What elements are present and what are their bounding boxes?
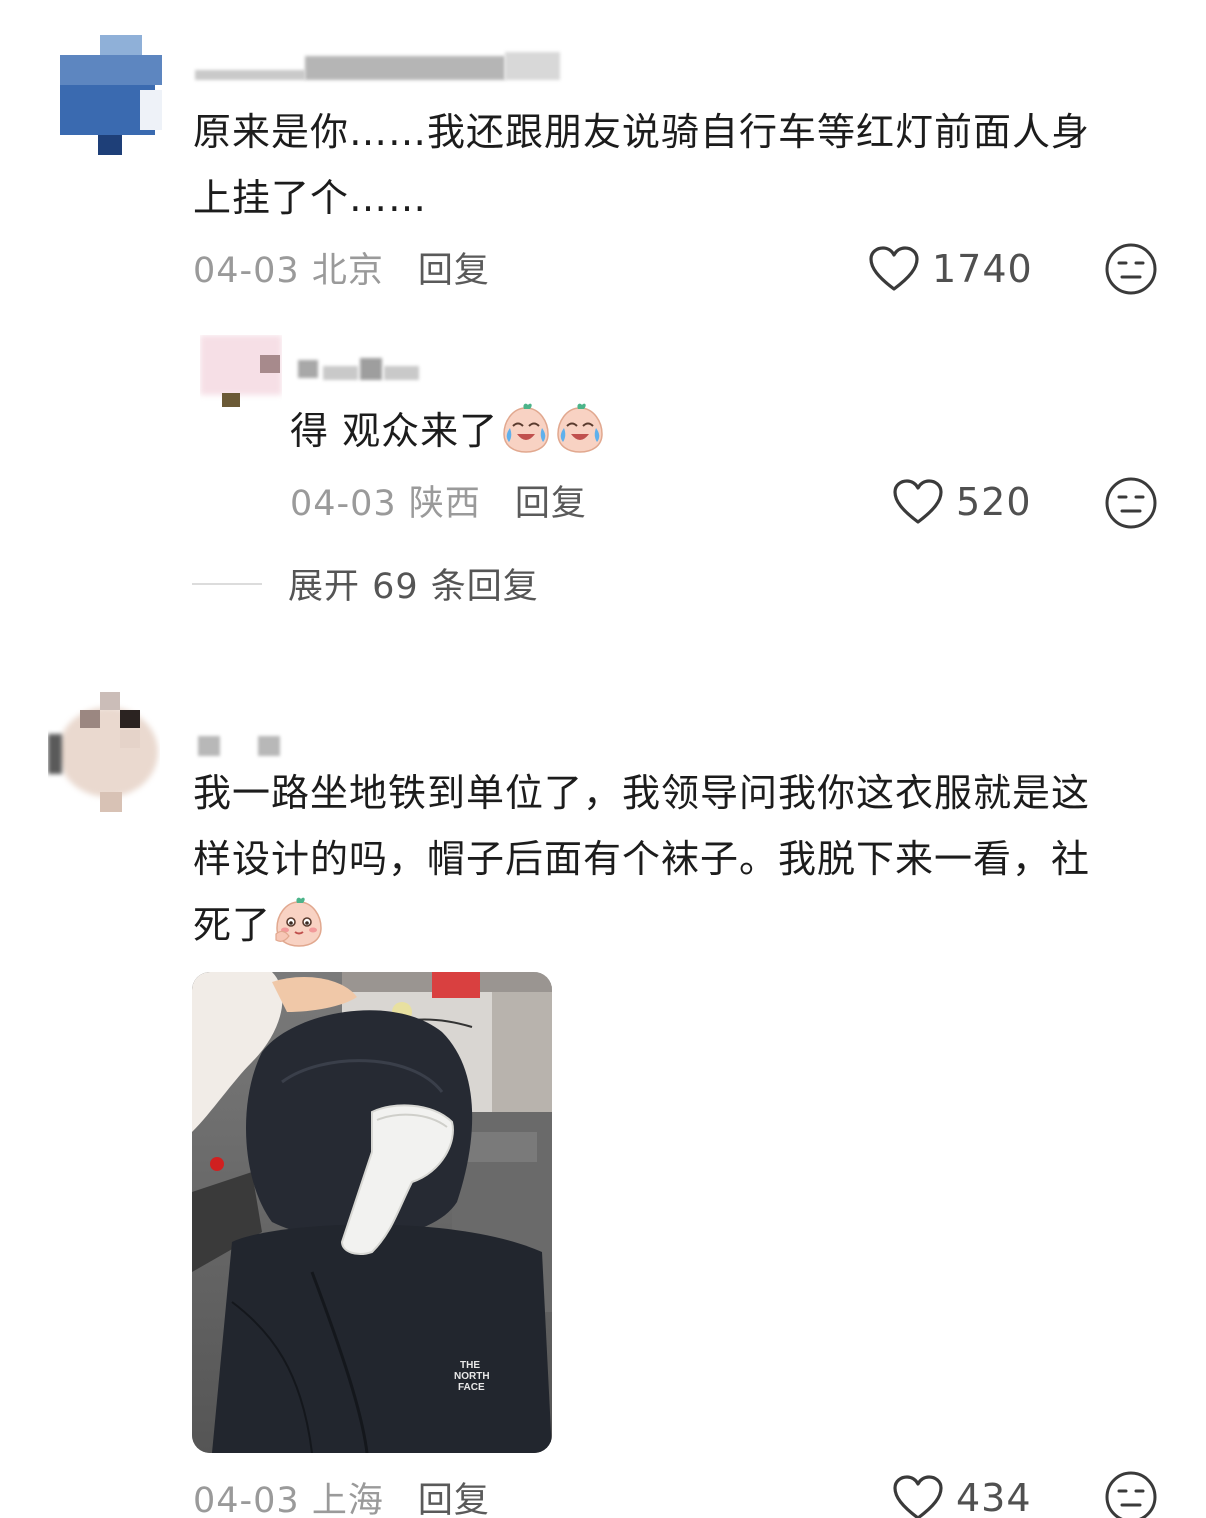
divider [192,582,262,585]
like-count: 434 [956,1476,1032,1518]
comment-text: 原来是你……我还跟朋友说骑自行车等红灯前面人身 上挂了个…… [193,110,1091,220]
username-blurred[interactable] [198,732,288,762]
crying-laughing-emoji [503,403,549,453]
expand-replies-label: 展开 69 条回复 [288,567,539,607]
comment-meta: 04-03 上海 回复 [193,1472,490,1518]
logo-the: THE [460,1360,480,1371]
timestamp-location: 04-03 上海 [193,1480,384,1518]
like-button[interactable]: 520 [892,474,1032,530]
reply-button[interactable]: 回复 [515,475,587,526]
heart-outline-icon [893,479,943,524]
heart-outline-icon [869,246,919,291]
reply-meta: 04-03 陕西 回复 [290,475,587,525]
reply-text: 得 观众来了 [290,398,890,464]
comment-photo[interactable]: THE NORTH FACE [192,972,552,1453]
logo-face: FACE [458,1382,485,1393]
like-button[interactable]: 434 [892,1470,1032,1518]
username-blurred[interactable] [298,354,423,384]
comment-meta: 04-03 北京 回复 [193,242,490,292]
heart-outline-icon [893,1475,943,1518]
avatar[interactable] [200,335,282,410]
meh-face-icon[interactable] [1104,476,1158,530]
like-count: 1740 [932,247,1033,291]
like-button[interactable]: 1740 [868,241,1033,297]
reply-button[interactable]: 回复 [418,242,490,293]
avatar[interactable] [48,692,160,814]
meh-face-icon[interactable] [1104,242,1158,296]
avatar[interactable] [60,35,162,155]
expand-replies[interactable]: 展开 69 条回复 [192,558,539,609]
logo-north: NORTH [454,1371,490,1382]
photo-jacket-with-sock: THE NORTH FACE [192,972,552,1453]
crying-laughing-emoji [557,403,603,453]
like-count: 520 [956,480,1032,524]
timestamp-location: 04-03 陕西 [290,483,481,524]
blushing-emoji [275,897,322,947]
meh-face-icon[interactable] [1104,1470,1158,1518]
username-blurred[interactable] [195,52,560,82]
timestamp-location: 04-03 北京 [193,250,384,291]
comment-text: 我一路坐地铁到单位了，我领导问我你这衣服就是这 样设计的吗，帽子后面有个袜子。我… [193,771,1091,947]
reply-button[interactable]: 回复 [418,1472,490,1518]
